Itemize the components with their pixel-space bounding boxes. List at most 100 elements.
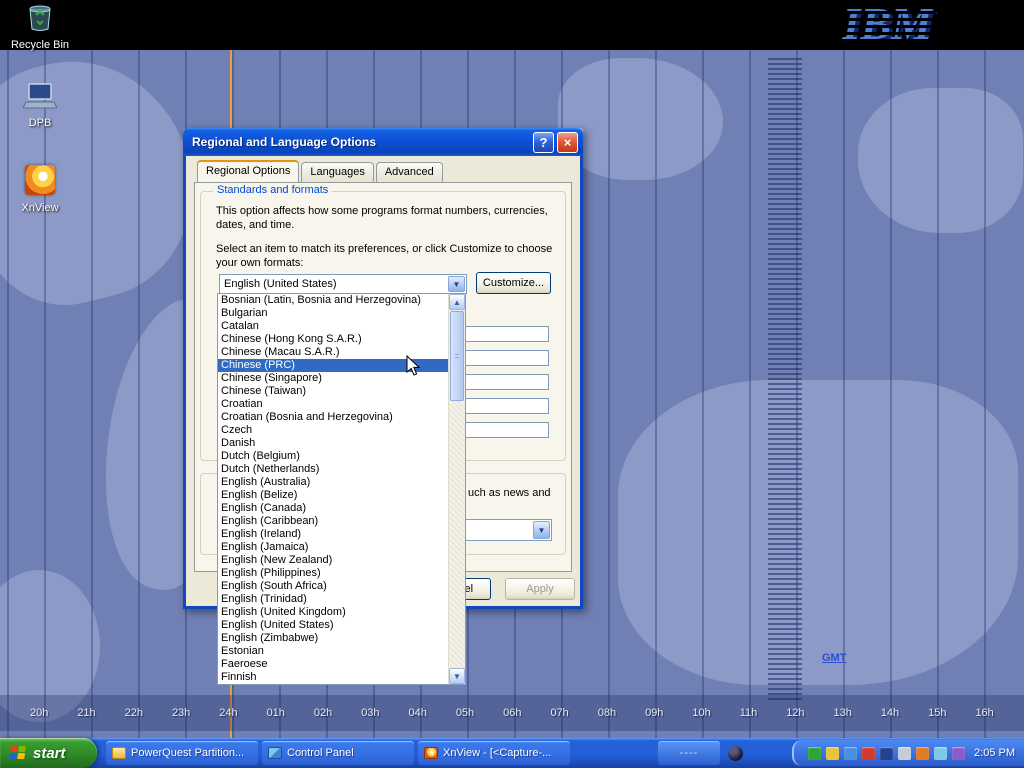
update-icon[interactable] bbox=[916, 747, 929, 760]
language-list-item[interactable]: English (Canada) bbox=[218, 502, 448, 515]
language-list-item[interactable]: Croatian (Bosnia and Herzegovina) bbox=[218, 411, 448, 424]
language-list-item[interactable]: Czech bbox=[218, 424, 448, 437]
desktop-icon-label: DPB bbox=[8, 117, 72, 129]
hour-label: 13h bbox=[834, 707, 852, 719]
hour-label: 03h bbox=[361, 707, 379, 719]
xnview-icon bbox=[25, 165, 55, 195]
close-button[interactable]: × bbox=[557, 132, 578, 153]
control-panel-icon bbox=[268, 747, 282, 759]
hour-label: 23h bbox=[172, 707, 190, 719]
language-list-item[interactable]: Chinese (Hong Kong S.A.R.) bbox=[218, 333, 448, 346]
language-combobox[interactable]: English (United States) ▼ bbox=[219, 274, 467, 294]
hour-label: 22h bbox=[125, 707, 143, 719]
start-button[interactable]: start bbox=[0, 738, 97, 768]
taskbar-toolbar-segment[interactable]: ---- bbox=[658, 741, 720, 765]
system-tray: 2:05 PM bbox=[792, 740, 1024, 766]
desktop-top-band: Recycle Bin IBM bbox=[0, 0, 1024, 50]
language-list-item[interactable]: Dutch (Netherlands) bbox=[218, 463, 448, 476]
language-list-item[interactable]: English (Australia) bbox=[218, 476, 448, 489]
tray-icons bbox=[808, 747, 965, 760]
dialog-titlebar[interactable]: Regional and Language Options ? × bbox=[183, 128, 583, 156]
desktop-icon-dpb[interactable]: DPB bbox=[8, 82, 72, 129]
language-list-item[interactable]: Finnish bbox=[218, 671, 448, 684]
scroll-down-button[interactable]: ▼ bbox=[449, 668, 465, 684]
language-list-item[interactable]: English (United Kingdom) bbox=[218, 606, 448, 619]
dialog-tab[interactable]: Advanced bbox=[376, 162, 443, 182]
language-list-item[interactable]: English (Philippines) bbox=[218, 567, 448, 580]
dialog-tabs: Regional OptionsLanguagesAdvanced bbox=[197, 162, 580, 182]
hour-label: 20h bbox=[30, 707, 48, 719]
ibm-logo: IBM bbox=[843, 0, 936, 48]
task-button-label: Control Panel bbox=[287, 747, 354, 759]
language-list-item[interactable]: English (Belize) bbox=[218, 489, 448, 502]
language-list-item[interactable]: English (Zimbabwe) bbox=[218, 632, 448, 645]
dialog-tab[interactable]: Languages bbox=[301, 162, 373, 182]
taskbar-clock[interactable]: 2:05 PM bbox=[974, 747, 1015, 759]
language-list-item[interactable]: Dutch (Belgium) bbox=[218, 450, 448, 463]
language-list-item[interactable]: Danish bbox=[218, 437, 448, 450]
dropdown-scrollbar[interactable]: ▲ ▼ bbox=[448, 294, 465, 684]
language-list-item[interactable]: Faeroese bbox=[218, 658, 448, 671]
taskbar-tasks: PowerQuest Partition... Control Panel Xn… bbox=[106, 741, 570, 765]
hour-label-band: 20h21h22h23h24h01h02h03h04h05h06h07h08h0… bbox=[0, 695, 1024, 731]
taskbar-task-button[interactable]: XnView - [<Capture-... bbox=[418, 741, 570, 765]
gmt-label: GMT bbox=[822, 652, 846, 664]
language-list-item[interactable]: Chinese (Taiwan) bbox=[218, 385, 448, 398]
chevron-down-icon[interactable]: ▼ bbox=[448, 276, 465, 292]
language-list-item[interactable]: English (Trinidad) bbox=[218, 593, 448, 606]
desktop-icon-xnview[interactable]: XnView bbox=[8, 165, 72, 214]
language-list-item[interactable]: Bosnian (Latin, Bosnia and Herzegovina) bbox=[218, 294, 448, 307]
hour-label: 07h bbox=[550, 707, 568, 719]
taskbar-app-icon[interactable] bbox=[728, 746, 743, 761]
standards-description: This option affects how some programs fo… bbox=[216, 204, 561, 232]
recycle-bin-icon bbox=[26, 2, 54, 32]
vpn-status-icon[interactable] bbox=[808, 747, 821, 760]
display-settings-icon[interactable] bbox=[934, 747, 947, 760]
taskbar-task-button[interactable]: Control Panel bbox=[262, 741, 414, 765]
language-dropdown-list: Bosnian (Latin, Bosnia and Herzegovina)B… bbox=[217, 293, 466, 685]
hour-label: 14h bbox=[881, 707, 899, 719]
apply-button[interactable]: Apply bbox=[505, 578, 575, 600]
network-icon[interactable] bbox=[880, 747, 893, 760]
hour-label: 08h bbox=[598, 707, 616, 719]
hour-label: 02h bbox=[314, 707, 332, 719]
hour-label: 21h bbox=[77, 707, 95, 719]
task-button-label: XnView - [<Capture-... bbox=[443, 747, 551, 759]
language-bar-icon[interactable] bbox=[952, 747, 965, 760]
volume-icon[interactable] bbox=[844, 747, 857, 760]
dialog-title: Regional and Language Options bbox=[192, 135, 530, 149]
dialog-tab[interactable]: Regional Options bbox=[197, 160, 299, 182]
scrollbar-track[interactable] bbox=[449, 310, 465, 668]
desktop-icon-recycle-bin[interactable]: Recycle Bin bbox=[8, 2, 72, 51]
language-list-item[interactable]: English (Jamaica) bbox=[218, 541, 448, 554]
hour-label: 24h bbox=[219, 707, 237, 719]
taskbar-task-button[interactable]: PowerQuest Partition... bbox=[106, 741, 258, 765]
language-list-item[interactable]: English (New Zealand) bbox=[218, 554, 448, 567]
messenger-icon[interactable] bbox=[826, 747, 839, 760]
language-list-item[interactable]: Catalan bbox=[218, 320, 448, 333]
language-list-item[interactable]: Bulgarian bbox=[218, 307, 448, 320]
xnview-icon bbox=[424, 747, 438, 759]
desktop-icon-label: XnView bbox=[8, 202, 72, 214]
language-list-item[interactable]: Estonian bbox=[218, 645, 448, 658]
standards-instruction: Select an item to match its preferences,… bbox=[216, 242, 561, 270]
safely-remove-icon[interactable] bbox=[898, 747, 911, 760]
language-list-item[interactable]: English (Caribbean) bbox=[218, 515, 448, 528]
scroll-up-button[interactable]: ▲ bbox=[449, 294, 465, 310]
customize-button[interactable]: Customize... bbox=[476, 272, 551, 294]
language-list-item[interactable]: English (United States) bbox=[218, 619, 448, 632]
taskbar: start PowerQuest Partition... Control Pa… bbox=[0, 738, 1024, 768]
language-list-item[interactable]: Croatian bbox=[218, 398, 448, 411]
start-button-label: start bbox=[33, 745, 66, 762]
language-list: Bosnian (Latin, Bosnia and Herzegovina)B… bbox=[218, 294, 448, 684]
language-list-item[interactable]: English (Ireland) bbox=[218, 528, 448, 541]
help-button[interactable]: ? bbox=[533, 132, 554, 153]
chevron-down-icon[interactable]: ▼ bbox=[533, 521, 550, 539]
scrollbar-thumb[interactable] bbox=[450, 311, 464, 401]
hour-label: 01h bbox=[267, 707, 285, 719]
location-description-fragment: uch as news and bbox=[468, 486, 568, 500]
desktop: GMT 20h21h22h23h24h01h02h03h04h05h06h07h… bbox=[0, 0, 1024, 768]
desktop-icon-label: Recycle Bin bbox=[8, 39, 72, 51]
antivirus-icon[interactable] bbox=[862, 747, 875, 760]
language-list-item[interactable]: English (South Africa) bbox=[218, 580, 448, 593]
